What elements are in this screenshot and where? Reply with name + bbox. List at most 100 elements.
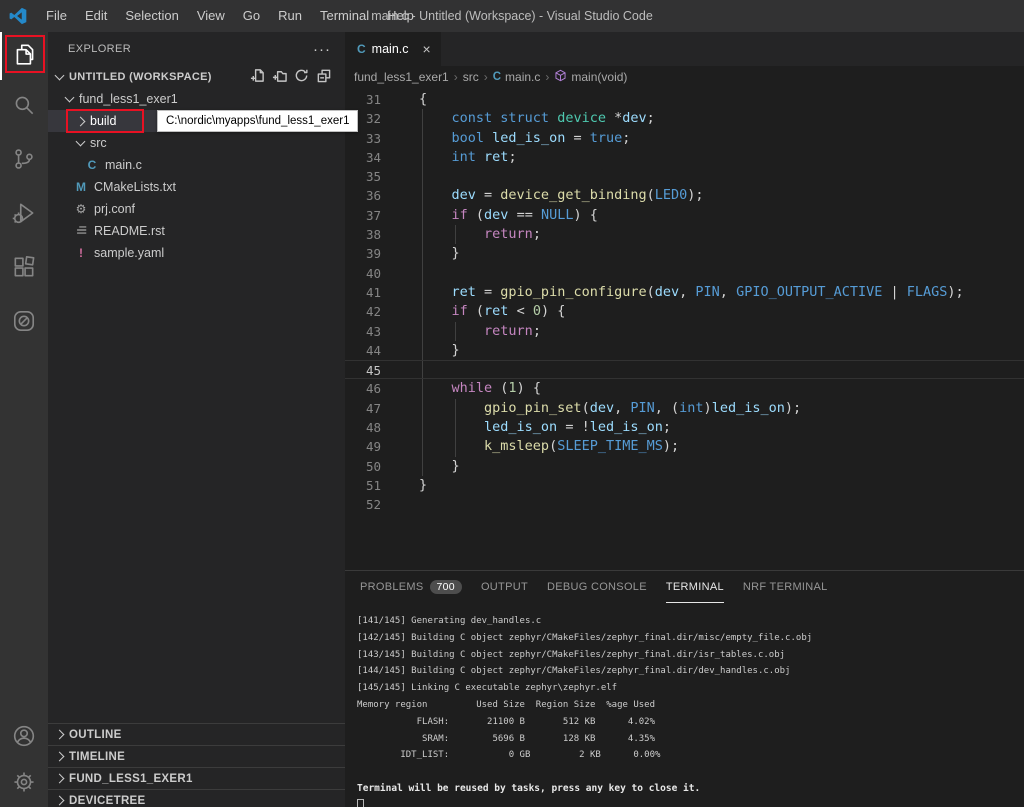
activity-explorer-button[interactable] (0, 32, 48, 80)
collapse-all-icon[interactable] (316, 68, 331, 86)
panel-tab-debug-console[interactable]: DEBUG CONSOLE (547, 571, 647, 603)
code-line-52[interactable]: 52 (345, 495, 1024, 514)
c-file-icon: C (357, 42, 366, 56)
activity-extensions-button[interactable] (0, 242, 48, 296)
breadcrumb-item[interactable]: src (463, 70, 479, 84)
code-line-46[interactable]: 46 while (1) { (345, 379, 1024, 398)
run-debug-icon (11, 200, 37, 231)
menu-view[interactable]: View (188, 0, 234, 32)
refresh-icon[interactable] (294, 68, 309, 86)
line-number: 50 (345, 457, 381, 476)
code-text: led_is_on = !led_is_on; (419, 418, 671, 437)
code-line-31[interactable]: 31{ (345, 90, 1024, 109)
code-line-47[interactable]: 47 gpio_pin_set(dev, PIN, (int)led_is_on… (345, 399, 1024, 418)
code-line-40[interactable]: 40 (345, 264, 1024, 283)
account-icon (11, 723, 37, 754)
tree-item-fund-less1-exer1[interactable]: fund_less1_exer1 (48, 88, 345, 110)
tree-item-label: sample.yaml (94, 246, 164, 260)
code-line-34[interactable]: 34 int ret; (345, 148, 1024, 167)
terminal-line: [141/145] Generating dev_handles.c (357, 613, 1024, 630)
tree-item-sample-yaml[interactable]: !sample.yaml (48, 242, 345, 264)
menu-run[interactable]: Run (269, 0, 311, 32)
new-file-icon[interactable] (250, 68, 265, 86)
panel-tab-nrf-terminal[interactable]: NRF TERMINAL (743, 571, 828, 603)
line-number: 37 (345, 206, 381, 225)
breadcrumb-item[interactable]: Cmain.c (493, 70, 541, 84)
tree-item-main-c[interactable]: Cmain.c (48, 154, 345, 176)
sidebar-section-timeline[interactable]: TIMELINE (48, 745, 345, 767)
editor-tab-bar: C main.c × (345, 32, 1024, 66)
activity-source-control-button[interactable] (0, 134, 48, 188)
code-line-45[interactable]: 45 (345, 360, 1024, 379)
tree-item-readme-rst[interactable]: README.rst (48, 220, 345, 242)
activity-bar-top (0, 32, 48, 350)
tab-main-c[interactable]: C main.c × (345, 32, 442, 66)
code-text: k_msleep(SLEEP_TIME_MS); (419, 437, 679, 456)
code-line-51[interactable]: 51} (345, 476, 1024, 495)
activity-nrf-connect-button[interactable] (0, 296, 48, 350)
code-text: } (419, 476, 427, 495)
new-folder-icon[interactable] (272, 68, 287, 86)
line-number: 36 (345, 186, 381, 205)
activity-search-button[interactable] (0, 80, 48, 134)
tree-item-src[interactable]: src (48, 132, 345, 154)
terminal-line: [142/145] Building C object zephyr/CMake… (357, 630, 1024, 647)
menu-terminal[interactable]: Terminal (311, 0, 378, 32)
code-line-41[interactable]: 41 ret = gpio_pin_configure(dev, PIN, GP… (345, 283, 1024, 302)
menu-help[interactable]: Help (378, 0, 423, 32)
more-actions-icon[interactable]: ··· (313, 41, 331, 58)
terminal-line: Memory region Used Size Region Size %age… (357, 697, 1024, 714)
tree-item-prj-conf[interactable]: ⚙prj.conf (48, 198, 345, 220)
activity-run-and-debug-button[interactable] (0, 188, 48, 242)
activity-account-button[interactable] (0, 715, 48, 761)
code-line-49[interactable]: 49 k_msleep(SLEEP_TIME_MS); (345, 437, 1024, 456)
panel-tab-terminal[interactable]: TERMINAL (666, 571, 724, 603)
panel-tab-output[interactable]: OUTPUT (481, 571, 528, 603)
problems-count-badge: 700 (430, 580, 462, 594)
code-line-39[interactable]: 39 } (345, 244, 1024, 263)
code-line-43[interactable]: 43 return; (345, 322, 1024, 341)
sidebar-section-devicetree[interactable]: DEVICETREE (48, 789, 345, 807)
sidebar-section-fund_less1_exer1[interactable]: FUND_LESS1_EXER1 (48, 767, 345, 789)
code-line-32[interactable]: 32 const struct device *dev; (345, 109, 1024, 128)
code-line-50[interactable]: 50 } (345, 457, 1024, 476)
menu-go[interactable]: Go (234, 0, 269, 32)
code-line-37[interactable]: 37 if (dev == NULL) { (345, 206, 1024, 225)
terminal-output[interactable]: [141/145] Generating dev_handles.c[142/1… (345, 603, 1024, 807)
indent-guide (422, 167, 423, 186)
breadcrumb-item[interactable]: fund_less1_exer1 (354, 70, 449, 84)
section-label: OUTLINE (69, 729, 122, 741)
activity-settings-button[interactable] (0, 761, 48, 807)
workspace-section-header[interactable]: UNTITLED (WORKSPACE) (48, 66, 345, 88)
menu-file[interactable]: File (37, 0, 76, 32)
close-icon[interactable]: × (423, 41, 431, 57)
panel-tab-problems[interactable]: PROBLEMS700 (360, 571, 462, 603)
c-file-icon: C (493, 71, 501, 83)
breadcrumb-item[interactable]: main(void) (554, 69, 627, 85)
line-number: 48 (345, 418, 381, 437)
breadcrumb-separator: › (484, 70, 488, 84)
source-control-icon (11, 146, 37, 177)
menu-selection[interactable]: Selection (116, 0, 187, 32)
code-text: return; (419, 322, 541, 341)
sidebar-section-outline[interactable]: OUTLINE (48, 723, 345, 745)
chevron-down-icon (65, 93, 75, 103)
tree-item-cmakelists-txt[interactable]: MCMakeLists.txt (48, 176, 345, 198)
menu-edit[interactable]: Edit (76, 0, 116, 32)
line-number: 52 (345, 495, 381, 514)
vscode-window: FileEditSelectionViewGoRunTerminalHelp m… (0, 0, 1024, 807)
code-editor[interactable]: 31{32 const struct device *dev;33 bool l… (345, 88, 1024, 570)
chevron-down-icon (55, 71, 65, 81)
code-line-48[interactable]: 48 led_is_on = !led_is_on; (345, 418, 1024, 437)
code-line-33[interactable]: 33 bool led_is_on = true; (345, 129, 1024, 148)
terminal-line: IDT_LIST: 0 GB 2 KB 0.00% (357, 747, 1024, 764)
panel-tab-label: DEBUG CONSOLE (547, 581, 647, 593)
c-file-icon: C (84, 158, 100, 172)
workspace-section-label: UNTITLED (WORKSPACE) (69, 71, 212, 83)
code-line-36[interactable]: 36 dev = device_get_binding(LED0); (345, 186, 1024, 205)
code-line-35[interactable]: 35 (345, 167, 1024, 186)
code-line-38[interactable]: 38 return; (345, 225, 1024, 244)
code-line-42[interactable]: 42 if (ret < 0) { (345, 302, 1024, 321)
code-text: gpio_pin_set(dev, PIN, (int)led_is_on); (419, 399, 801, 418)
code-line-44[interactable]: 44 } (345, 341, 1024, 360)
